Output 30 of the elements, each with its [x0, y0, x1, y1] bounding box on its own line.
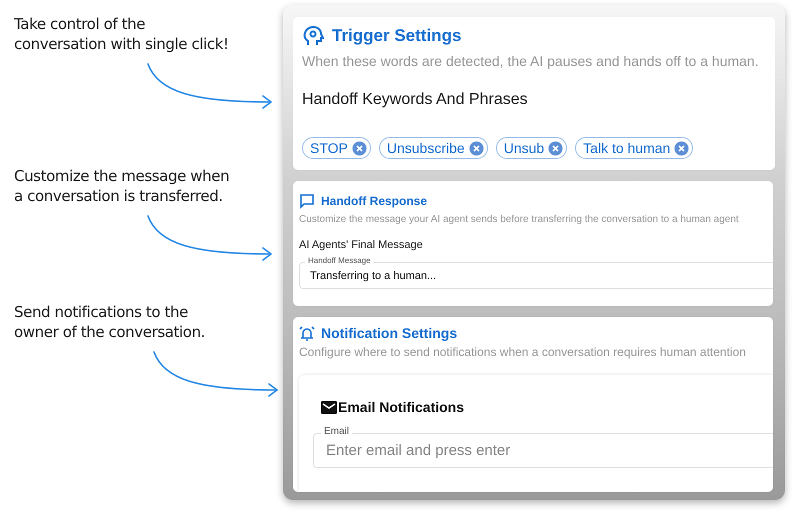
- field-caption: Email: [321, 426, 352, 437]
- annotation-text: Customize the message when a conversation is transferred.: [14, 166, 230, 206]
- keyword-chip[interactable]: STOP: [302, 137, 371, 159]
- remove-icon: [468, 140, 484, 156]
- section-description: When these words are detected, the AI pauses and hands off to a human.: [302, 53, 760, 69]
- section-description: Configure where to send notifications when a conversation requires human attention: [299, 345, 747, 359]
- email-field[interactable]: Enter email and press enter: [313, 433, 773, 468]
- remove-icon: [674, 140, 690, 156]
- remove-icon: [548, 140, 564, 156]
- field-label: AI Agents' Final Message: [299, 239, 424, 251]
- head-gear-icon: [302, 25, 324, 47]
- section-title: Trigger Settings: [332, 26, 462, 46]
- arrow-icon: [144, 62, 274, 112]
- section-title: Handoff Response: [321, 194, 428, 208]
- section-title: Email Notifications: [338, 399, 464, 415]
- bell-icon: [299, 325, 315, 341]
- keyword-chip[interactable]: Unsub: [496, 137, 568, 159]
- field-label: Handoff Keywords And Phrases: [302, 91, 529, 109]
- chat-bubble-icon: [299, 193, 315, 209]
- keyword-chip[interactable]: Unsubscribe: [378, 137, 488, 159]
- field-caption: Handoff Message: [305, 256, 374, 265]
- annotation-text: Take control of the conversation with single click!: [14, 14, 229, 54]
- section-description: Customize the message your AI agent sends before transferring the conversation to a human agent: [299, 214, 740, 225]
- arrow-icon: [150, 350, 280, 400]
- annotation-text: Send notifications to the owner of the conversation.: [14, 302, 206, 342]
- keyword-chip[interactable]: Talk to human: [575, 137, 694, 159]
- section-title: Notification Settings: [321, 325, 458, 341]
- envelope-icon: [321, 400, 337, 414]
- remove-icon: [352, 140, 367, 156]
- arrow-icon: [144, 214, 274, 264]
